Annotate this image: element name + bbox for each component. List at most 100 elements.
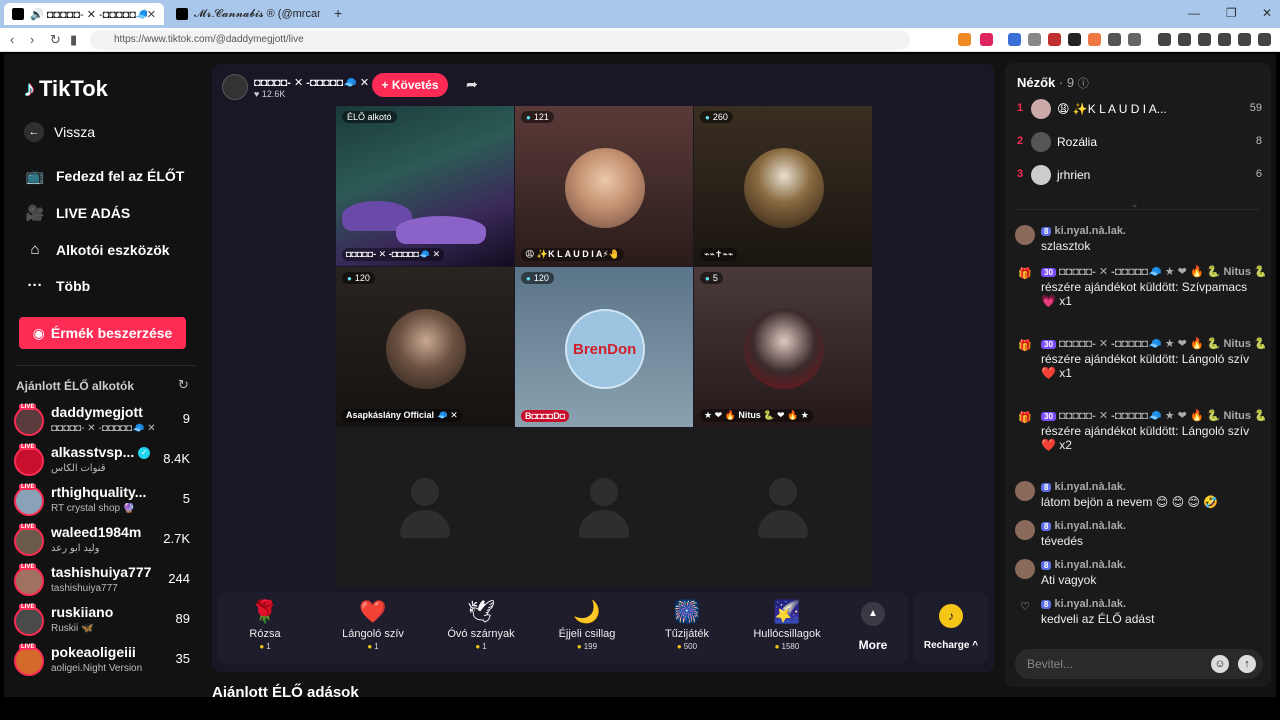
media-icon[interactable] bbox=[1158, 33, 1171, 46]
info-icon[interactable]: ⓘ bbox=[1078, 78, 1089, 90]
follow-button[interactable]: + Követés bbox=[372, 73, 448, 97]
chat-panel: Nézők · 9 ⓘ 1 😩 ✨K L A U D I A... 59 2 Rozál… bbox=[1005, 63, 1271, 687]
viewer-count: 8.4K bbox=[163, 451, 190, 466]
menu-icon[interactable] bbox=[1258, 33, 1271, 46]
arrow-left-icon: ← bbox=[24, 122, 44, 142]
recommended-creator[interactable]: LIVE daddymegjott ◘◘◘◘◘- ✕ -◘◘◘◘◘🧢 ✕ 9 bbox=[14, 404, 200, 440]
shield-icon[interactable] bbox=[1238, 33, 1251, 46]
user-avatar[interactable] bbox=[1015, 559, 1035, 579]
message-user[interactable]: 30 ◘◘◘◘◘- ✕ -◘◘◘◘◘🧢 ★ ❤ 🔥 🐍 Nitus 🐍 ... bbox=[1041, 265, 1265, 278]
forward-arrow-icon[interactable]: › bbox=[30, 32, 34, 47]
tab-title: 𝓜𝓻.𝓒𝓪𝓷𝓷𝓪𝓫𝓲𝓼 ® (@mrcannabis_ bbox=[194, 7, 320, 20]
brave-shield-icon[interactable] bbox=[958, 33, 971, 46]
sidebar-icon[interactable] bbox=[1178, 33, 1191, 46]
guest-name: B◘◘◘◘D◘ bbox=[521, 410, 570, 422]
extension-icon[interactable] bbox=[1088, 33, 1101, 46]
bookmark-icon[interactable]: ▮ bbox=[70, 32, 77, 48]
host-avatar[interactable] bbox=[222, 74, 248, 100]
message-user[interactable]: 8 ki.nyal.nà.lak. bbox=[1041, 520, 1265, 532]
guest-cell[interactable]: BrenDon 120 B◘◘◘◘D◘ bbox=[515, 267, 693, 427]
more-gifts-button[interactable]: ▲ More bbox=[848, 602, 898, 652]
message-user[interactable]: 8 ki.nyal.nà.lak. bbox=[1041, 559, 1265, 571]
message-user[interactable]: 30 ◘◘◘◘◘- ✕ -◘◘◘◘◘🧢 ★ ❤ 🔥 🐍 Nitus 🐍 ... bbox=[1041, 337, 1265, 350]
maximize-icon[interactable]: ❐ bbox=[1226, 6, 1237, 20]
guest-cell[interactable]: 121 😩 ✨K L A U D I A⚡🤚 bbox=[515, 106, 693, 266]
person-placeholder-icon bbox=[400, 478, 450, 538]
message-user[interactable]: 8 ki.nyal.nà.lak. bbox=[1041, 225, 1265, 237]
gift-name: Óvó szárnyak bbox=[447, 628, 515, 640]
nav-more[interactable]: ··· Több bbox=[24, 277, 91, 294]
user-avatar[interactable] bbox=[1015, 225, 1035, 245]
live-stream-panel: ◘◘◘◘◘- ✕ -◘◘◘◘◘🧢 ✕ ♥ 12.6K + Követés ➦ É… bbox=[212, 64, 994, 672]
nav-explore-live[interactable]: 📺 Fedezd fel az ÉLŐT bbox=[24, 167, 185, 185]
guest-name: ⌁⌁✝⌁⌁ bbox=[700, 248, 738, 261]
message-user[interactable]: 30 ◘◘◘◘◘- ✕ -◘◘◘◘◘🧢 ★ ❤ 🔥 🐍 Nitus 🐍 ... bbox=[1041, 409, 1265, 422]
recommended-creator[interactable]: LIVE waleed1984m وليد ابو رعد 2.7K bbox=[14, 524, 200, 560]
recommended-creator[interactable]: LIVE pokeaoligeiii aoligei.Night Version 35 bbox=[14, 644, 200, 680]
host-name[interactable]: ◘◘◘◘◘- ✕ -◘◘◘◘◘🧢 ✕ bbox=[254, 76, 369, 89]
reload-icon[interactable]: ↻ bbox=[50, 32, 61, 48]
browser-tab-active[interactable]: 🔊 ◘◘◘◘◘- ✕ -◘◘◘◘◘🧢 (@da ✕ bbox=[4, 3, 164, 25]
close-window-icon[interactable]: ✕ bbox=[1262, 6, 1272, 20]
message-user[interactable]: 8 ki.nyal.nà.lak. bbox=[1041, 481, 1265, 493]
extension-icon[interactable] bbox=[980, 33, 993, 46]
user-avatar[interactable] bbox=[1015, 481, 1035, 501]
extension-icon[interactable] bbox=[1028, 33, 1041, 46]
recharge-button[interactable]: ♪ Recharge ^ bbox=[914, 592, 988, 664]
live-creator-badge: ÉLŐ alkotó bbox=[342, 111, 397, 123]
nav-go-live[interactable]: 🎥 LIVE ADÁS bbox=[24, 204, 131, 222]
url-input[interactable]: https://www.tiktok.com/@daddymegjott/liv… bbox=[90, 30, 910, 50]
viewer-avatar bbox=[1031, 132, 1051, 152]
gift-item[interactable]: 🌙 Éjjeli csillag 199 bbox=[542, 598, 632, 660]
viewer-name: 😩 ✨K L A U D I A... bbox=[1057, 102, 1167, 116]
left-sidebar: ♪ TikTok ← Vissza 📺 Fedezd fel az ÉLŐT 🎥… bbox=[4, 54, 204, 697]
tiktok-logo[interactable]: ♪ TikTok bbox=[24, 76, 108, 102]
refresh-icon[interactable]: ↻ bbox=[178, 377, 189, 393]
guest-name: 😩 ✨K L A U D I A⚡🤚 bbox=[521, 248, 624, 261]
gift-item[interactable]: ❤️ Lángoló szív 1 bbox=[328, 598, 418, 660]
gift-message: 🎁 30 ◘◘◘◘◘- ✕ -◘◘◘◘◘🧢 ★ ❤ 🔥 🐍 Nitus 🐍 ... r… bbox=[1015, 337, 1265, 380]
viewer-count-badge: 120 bbox=[342, 272, 375, 284]
share-icon[interactable]: ➦ bbox=[466, 76, 478, 93]
top-viewer-row[interactable]: 2 Rozália 8 bbox=[1017, 130, 1262, 154]
browser-tab-inactive[interactable]: 𝓜𝓻.𝓒𝓪𝓷𝓷𝓪𝓫𝓲𝓼 ® (@mrcannabis_ bbox=[168, 3, 328, 25]
send-icon[interactable]: ↑ bbox=[1238, 655, 1256, 673]
empty-guest-slot[interactable] bbox=[336, 428, 514, 588]
guest-cell[interactable]: 260 ⌁⌁✝⌁⌁ bbox=[694, 106, 872, 266]
extension-icon[interactable] bbox=[1128, 33, 1141, 46]
emoji-icon[interactable]: ☺ bbox=[1211, 655, 1229, 673]
empty-guest-slot[interactable] bbox=[694, 428, 872, 588]
back-arrow-icon[interactable]: ‹ bbox=[10, 32, 14, 47]
close-tab-icon[interactable]: ✕ bbox=[147, 8, 156, 21]
extension-icon[interactable] bbox=[1008, 33, 1021, 46]
gift-item[interactable]: 🌹 Rózsa 1 bbox=[220, 598, 310, 660]
tiktok-live-page: ♪ TikTok ← Vissza 📺 Fedezd fel az ÉLŐT 🎥… bbox=[4, 54, 1276, 697]
message-user[interactable]: 8 ki.nyal.nà.lak. bbox=[1041, 598, 1265, 610]
nav-creator-tools[interactable]: ⌂ Alkotói eszközök bbox=[24, 241, 169, 258]
live-badge: LIVE bbox=[19, 404, 37, 410]
guest-cell[interactable]: 5 ★ ❤ 🔥 Nitus 🐍 ❤ 🔥 ★ bbox=[694, 267, 872, 427]
guest-cell-host[interactable]: ÉLŐ alkotó ◘◘◘◘◘- ✕ -◘◘◘◘◘🧢 ✕ bbox=[336, 106, 514, 266]
new-tab-button[interactable]: + bbox=[334, 5, 342, 21]
extension-icon[interactable] bbox=[1048, 33, 1061, 46]
user-avatar[interactable] bbox=[1015, 520, 1035, 540]
guest-cell[interactable]: 120 Asapkáslány Official 🧢 ✕ bbox=[336, 267, 514, 427]
recommended-creator[interactable]: LIVE rthighquality... RT crystal shop 🔮 5 bbox=[14, 484, 200, 520]
download-icon[interactable] bbox=[1218, 33, 1231, 46]
extension-icon[interactable] bbox=[1108, 33, 1121, 46]
back-link[interactable]: ← Vissza bbox=[24, 122, 95, 142]
top-viewer-row[interactable]: 1 😩 ✨K L A U D I A... 59 bbox=[1017, 97, 1262, 121]
extension-icon[interactable] bbox=[1198, 33, 1211, 46]
chat-input[interactable]: Bevitel... ☺ ↑ bbox=[1015, 649, 1263, 679]
gift-item[interactable]: 🕊 Óvó szárnyak 1 bbox=[436, 598, 526, 660]
empty-guest-slot[interactable] bbox=[515, 428, 693, 588]
gift-item[interactable]: 🌠 Hullócsillagok 1580 bbox=[742, 598, 832, 660]
recommended-creator[interactable]: LIVE ruskiiano Ruskii 🦋 89 bbox=[14, 604, 200, 640]
extension-icon[interactable] bbox=[1068, 33, 1081, 46]
minimize-icon[interactable]: — bbox=[1188, 6, 1200, 20]
recommended-creator[interactable]: LIVE alkasstvsp... ✓ قنوات الكأس 8.4K bbox=[14, 444, 200, 480]
top-viewer-row[interactable]: 3 jrhrien 6 bbox=[1017, 163, 1262, 187]
recommended-creator[interactable]: LIVE tashishuiya777 tashishuiya777 244 bbox=[14, 564, 200, 600]
gift-item[interactable]: 🎆 Tűzijáték 500 bbox=[642, 598, 732, 660]
get-coins-button[interactable]: ◉ Érmék beszerzése bbox=[19, 317, 186, 349]
